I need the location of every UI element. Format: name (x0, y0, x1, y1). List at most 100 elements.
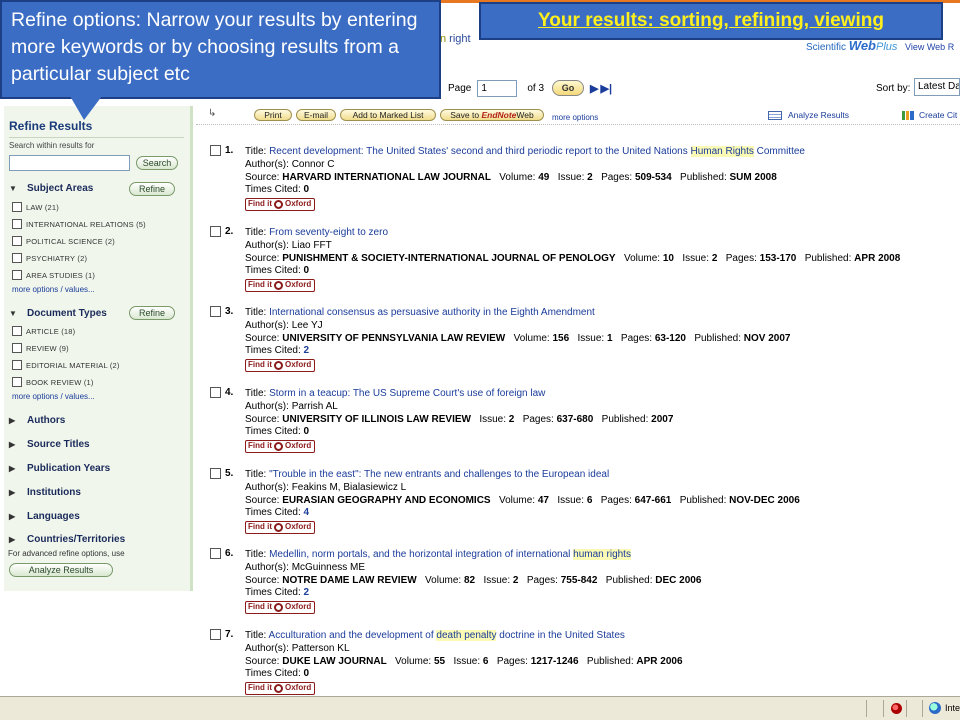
popup-blocked-icon[interactable] (891, 703, 902, 714)
collapsed-triangle-icon: ▶ (9, 464, 16, 473)
subject-option[interactable]: INTERNATIONAL RELATIONS (5) (12, 219, 146, 229)
result-times-cited: Times Cited: 2 (245, 587, 310, 599)
publication-years-section[interactable]: ▶ Publication Years (9, 463, 110, 474)
sidebar-divider (9, 137, 184, 138)
select-arrow-icon: ↳ (208, 108, 217, 119)
more-options-link[interactable]: more options (552, 113, 598, 122)
result-times-cited: Times Cited: 0 (245, 184, 310, 196)
find-it-oxford-button[interactable]: Find it Oxford (245, 359, 315, 373)
page-number-input[interactable] (477, 79, 518, 97)
find-it-oxford-button[interactable]: Find it Oxford (245, 279, 315, 293)
status-divider (922, 700, 923, 717)
result-times-cited: Times Cited: 4 (245, 507, 310, 519)
find-it-oxford-button[interactable]: Find it Oxford (245, 682, 315, 696)
subject-option[interactable]: PSYCHIATRY (2) (12, 253, 87, 263)
doctype-option[interactable]: EDITORIAL MATERIAL (2) (12, 360, 120, 370)
analyze-results-icon (768, 110, 782, 120)
languages-section[interactable]: ▶ Languages (9, 511, 80, 522)
result-title-link[interactable]: Recent development: The United States' s… (269, 146, 805, 157)
checkbox[interactable] (12, 360, 22, 370)
create-citation-report-link[interactable]: Create Cit (902, 110, 957, 120)
save-to-endnote-web-button[interactable]: Save to EndNote Web (440, 109, 544, 121)
print-button[interactable]: Print (254, 109, 292, 121)
result-title-line: Title: "Trouble in the east": The new en… (245, 469, 610, 480)
subject-option[interactable]: LAW (21) (12, 202, 59, 212)
search-within-label: Search within results for (9, 141, 95, 150)
checkbox[interactable] (12, 377, 22, 387)
find-it-oxford-button[interactable]: Find it Oxford (245, 601, 315, 615)
result-title-link[interactable]: From seventy-eight to zero (269, 227, 388, 238)
checkbox[interactable] (12, 326, 22, 336)
result-times-cited: Times Cited: 2 (245, 345, 310, 357)
bar-chart-icon (902, 110, 914, 120)
countries-territories-section[interactable]: ▶ Countries/Territories (9, 534, 125, 545)
times-cited-value[interactable]: 2 (304, 587, 310, 598)
result-title-link[interactable]: Storm in a teacup: The US Supreme Court'… (269, 388, 545, 399)
search-within-button[interactable]: Search (136, 156, 178, 170)
search-within-input[interactable] (9, 155, 130, 171)
view-webplus-link[interactable]: View Web R (905, 42, 954, 52)
scientific-webplus-logo[interactable]: Scientific WebPlus (806, 38, 897, 53)
doctype-option[interactable]: BOOK REVIEW (1) (12, 377, 94, 387)
internet-zone-icon (929, 702, 941, 714)
refine-results-sidebar: Refine Results Search within results for… (4, 106, 193, 591)
search-term-highlight: Human Rights (690, 146, 754, 157)
subject-areas-refine-button[interactable]: Refine (129, 182, 175, 196)
next-page-icon[interactable]: ▶ (590, 82, 598, 95)
checkbox[interactable] (12, 343, 22, 353)
result-checkbox[interactable] (210, 548, 221, 559)
result-checkbox[interactable] (210, 629, 221, 640)
checkbox[interactable] (12, 270, 22, 280)
result-source: Source: UNIVERSITY OF ILLINOIS LAW REVIE… (245, 413, 674, 425)
result-number: 1. (225, 145, 234, 156)
result-checkbox[interactable] (210, 387, 221, 398)
analyze-results-link[interactable]: Analyze Results (768, 110, 849, 120)
collapsed-triangle-icon: ▶ (9, 416, 16, 425)
result-title-line: Title: Recent development: The United St… (245, 146, 805, 157)
source-titles-section[interactable]: ▶ Source Titles (9, 439, 90, 450)
sort-by-select[interactable]: Latest Da (914, 78, 960, 96)
result-source: Source: PUNISHMENT & SOCIETY-INTERNATION… (245, 252, 901, 264)
subject-areas-heading[interactable]: ▼ Subject Areas (9, 183, 93, 194)
subject-option[interactable]: POLITICAL SCIENCE (2) (12, 236, 115, 246)
subject-more-options-link[interactable]: more options / values... (12, 285, 95, 294)
checkbox[interactable] (12, 219, 22, 229)
result-title-link[interactable]: Acculturation and the development of dea… (269, 630, 625, 641)
endnote-logo: EndNote (481, 110, 517, 120)
checkbox[interactable] (12, 202, 22, 212)
times-cited-value[interactable]: 2 (304, 345, 310, 356)
document-types-refine-button[interactable]: Refine (129, 306, 175, 320)
results-callout: Your results: sorting, refining, viewing (479, 2, 943, 40)
doctype-option[interactable]: ARTICLE (18) (12, 326, 75, 336)
page-label: Page (448, 82, 472, 94)
result-checkbox[interactable] (210, 226, 221, 237)
doctype-more-options-link[interactable]: more options / values... (12, 392, 95, 401)
institutions-section[interactable]: ▶ Institutions (9, 487, 81, 498)
result-title-link[interactable]: International consensus as persuasive au… (269, 307, 595, 318)
find-it-oxford-button[interactable]: Find it Oxford (245, 440, 315, 454)
result-title-link[interactable]: Medellin, norm portals, and the horizont… (269, 549, 631, 560)
checkbox[interactable] (12, 236, 22, 246)
document-types-heading[interactable]: ▼ Document Types (9, 308, 107, 319)
result-title-line: Title: Acculturation and the development… (245, 630, 625, 641)
last-page-icon[interactable]: ▶| (601, 82, 613, 95)
find-it-oxford-button[interactable]: Find it Oxford (245, 521, 315, 535)
times-cited-value[interactable]: 4 (304, 507, 310, 518)
result-number: 2. (225, 226, 234, 237)
result-checkbox[interactable] (210, 468, 221, 479)
email-button[interactable]: E-mail (296, 109, 336, 121)
result-checkbox[interactable] (210, 306, 221, 317)
refine-options-callout: Refine options: Narrow your results by e… (0, 0, 441, 99)
doctype-option[interactable]: REVIEW (9) (12, 343, 69, 353)
times-cited-value: 0 (303, 265, 310, 277)
sidebar-analyze-results-button[interactable]: Analyze Results (9, 563, 113, 577)
add-to-marked-list-button[interactable]: Add to Marked List (340, 109, 436, 121)
authors-section[interactable]: ▶ Authors (9, 415, 65, 426)
result-checkbox[interactable] (210, 145, 221, 156)
result-title-link[interactable]: "Trouble in the east": The new entrants … (269, 469, 609, 480)
find-it-oxford-button[interactable]: Find it Oxford (245, 198, 315, 212)
checkbox[interactable] (12, 253, 22, 263)
go-button[interactable]: Go (552, 80, 585, 96)
subject-option[interactable]: AREA STUDIES (1) (12, 270, 95, 280)
expanded-triangle-icon: ▼ (9, 184, 17, 193)
